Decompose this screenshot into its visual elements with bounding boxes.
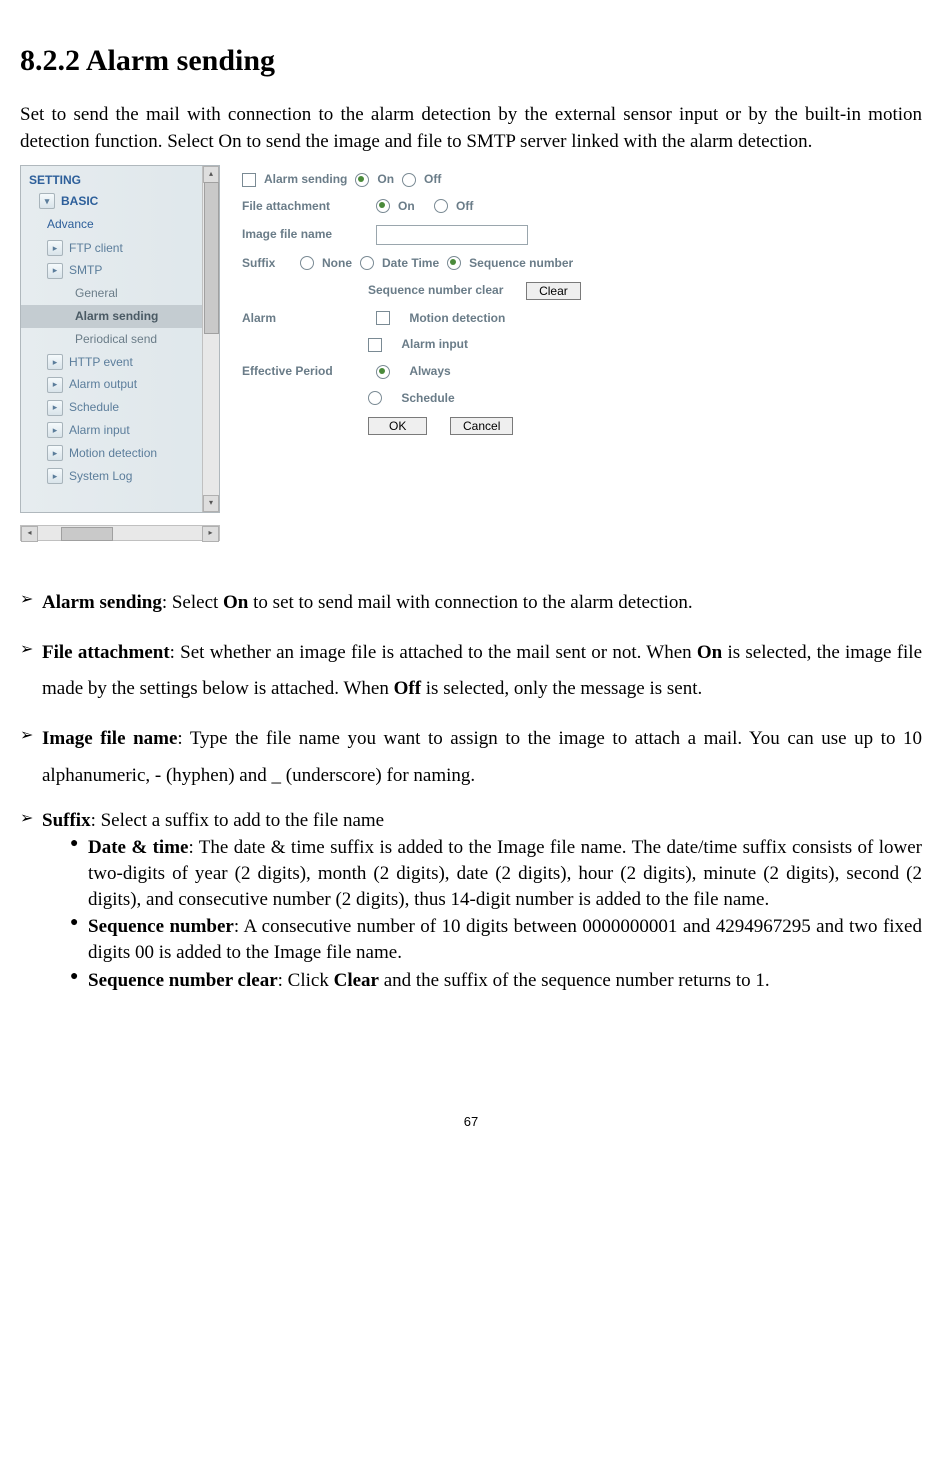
sidebar-item-label: HTTP event (69, 354, 133, 371)
alarm-sending-checkbox[interactable] (242, 173, 256, 187)
desc-image-file-name: Image file name: Type the file name you … (42, 721, 922, 793)
datetime-label: Date Time (382, 255, 439, 272)
cancel-button[interactable]: Cancel (450, 417, 513, 435)
expand-icon: ▸ (47, 240, 63, 256)
sidebar-item-alarm-output[interactable]: ▸ Alarm output (21, 373, 219, 396)
alarm-input-label: Alarm input (401, 336, 468, 353)
sidebar-item-label: Alarm input (69, 422, 130, 439)
sub-bullet-icon: ● (70, 914, 88, 965)
off-label: Off (424, 171, 441, 188)
settings-screenshot: SETTING ▾ BASIC Advance ▸ FTP client ▸ S… (20, 165, 640, 525)
sidebar-sub-alarm-sending[interactable]: Alarm sending (21, 305, 219, 328)
suffix-none-radio[interactable] (300, 256, 314, 270)
clear-button[interactable]: Clear (526, 282, 581, 300)
sidebar-setting-header: SETTING (21, 166, 219, 191)
sequence-label: Sequence number (469, 255, 573, 272)
on-label: On (398, 198, 415, 215)
suffix-datetime-radio[interactable] (360, 256, 374, 270)
bullet-icon: ➢ (20, 721, 42, 793)
motion-detection-checkbox[interactable] (376, 311, 390, 325)
desc-suffix: Suffix: Select a suffix to add to the fi… (42, 808, 922, 834)
sidebar-item-smtp[interactable]: ▸ SMTP (21, 259, 219, 282)
expand-icon: ▾ (39, 193, 55, 209)
expand-icon: ▸ (47, 400, 63, 416)
settings-sidebar: SETTING ▾ BASIC Advance ▸ FTP client ▸ S… (20, 165, 220, 513)
expand-icon: ▸ (47, 354, 63, 370)
sidebar-sub-general[interactable]: General (21, 282, 219, 305)
page-number: 67 (20, 1113, 922, 1131)
sidebar-item-ftp[interactable]: ▸ FTP client (21, 237, 219, 260)
file-attachment-label: File attachment (242, 198, 368, 215)
effective-period-label: Effective Period (242, 363, 368, 380)
scroll-thumb[interactable] (204, 182, 219, 334)
sidebar-vscrollbar[interactable]: ▴ ▾ (202, 166, 219, 512)
sidebar-item-motion[interactable]: ▸ Motion detection (21, 442, 219, 465)
file-attachment-on-radio[interactable] (376, 199, 390, 213)
bullet-icon: ➢ (20, 808, 42, 834)
expand-icon: ▸ (47, 377, 63, 393)
sidebar-item-label: Schedule (69, 399, 119, 416)
sidebar-item-label: System Log (69, 468, 132, 485)
settings-panel: Alarm sending On Off File attachment On … (242, 171, 581, 445)
desc-file-attachment: File attachment: Set whether an image fi… (42, 635, 922, 707)
sidebar-sub-periodical[interactable]: Periodical send (21, 328, 219, 351)
effective-always-radio[interactable] (376, 365, 390, 379)
none-label: None (322, 255, 352, 272)
desc-sequence-clear: Sequence number clear: Click Clear and t… (88, 968, 922, 994)
file-attachment-off-radio[interactable] (434, 199, 448, 213)
scroll-up-icon[interactable]: ▴ (203, 166, 219, 183)
alarm-sending-off-radio[interactable] (402, 173, 416, 187)
sidebar-item-label: SMTP (69, 262, 102, 279)
suffix-sequence-radio[interactable] (447, 256, 461, 270)
effective-schedule-radio[interactable] (368, 391, 382, 405)
bullet-icon: ➢ (20, 585, 42, 621)
alarm-sending-label: Alarm sending (264, 171, 347, 188)
section-heading: 8.2.2 Alarm sending (20, 40, 922, 82)
off-label: Off (456, 198, 473, 215)
sidebar-hscrollbar[interactable]: ◂ ▸ (20, 525, 220, 541)
expand-icon: ▸ (47, 445, 63, 461)
expand-icon: ▸ (47, 422, 63, 438)
always-label: Always (409, 363, 450, 380)
sidebar-item-alarm-input[interactable]: ▸ Alarm input (21, 419, 219, 442)
sub-bullet-icon: ● (70, 835, 88, 912)
sidebar-item-label: Alarm output (69, 376, 137, 393)
scroll-right-icon[interactable]: ▸ (202, 526, 219, 542)
sidebar-item-schedule[interactable]: ▸ Schedule (21, 396, 219, 419)
ok-button[interactable]: OK (368, 417, 427, 435)
alarm-label: Alarm (242, 310, 368, 327)
sidebar-item-basic[interactable]: ▾ BASIC (21, 191, 219, 214)
desc-date-time: Date & time: The date & time suffix is a… (88, 835, 922, 912)
alarm-sending-on-radio[interactable] (355, 173, 369, 187)
intro-paragraph: Set to send the mail with connection to … (20, 102, 922, 155)
desc-sequence-number: Sequence number: A consecutive number of… (88, 914, 922, 965)
desc-alarm-sending: Alarm sending: Select On to set to send … (42, 585, 922, 621)
sidebar-item-label: Motion detection (69, 445, 157, 462)
motion-detection-label: Motion detection (409, 310, 505, 327)
sidebar-basic-label: BASIC (61, 193, 98, 210)
expand-icon: ▸ (47, 263, 63, 279)
expand-icon: ▸ (47, 468, 63, 484)
scroll-left-icon[interactable]: ◂ (21, 526, 38, 542)
schedule-label: Schedule (401, 390, 454, 407)
sidebar-item-label: FTP client (69, 240, 123, 257)
sub-bullet-icon: ● (70, 968, 88, 994)
seq-clear-label: Sequence number clear (368, 282, 503, 299)
scroll-down-icon[interactable]: ▾ (203, 495, 219, 512)
bullet-icon: ➢ (20, 635, 42, 707)
alarm-input-checkbox[interactable] (368, 338, 382, 352)
suffix-label: Suffix (242, 255, 292, 272)
sidebar-item-syslog[interactable]: ▸ System Log (21, 465, 219, 488)
sidebar-item-http-event[interactable]: ▸ HTTP event (21, 351, 219, 374)
description-list: ➢ Alarm sending: Select On to set to sen… (20, 585, 922, 993)
image-file-name-label: Image file name (242, 226, 368, 243)
scroll-thumb[interactable] (61, 527, 113, 541)
sidebar-item-advance[interactable]: Advance (21, 214, 219, 237)
image-file-name-input[interactable] (376, 225, 528, 245)
on-label: On (377, 171, 394, 188)
